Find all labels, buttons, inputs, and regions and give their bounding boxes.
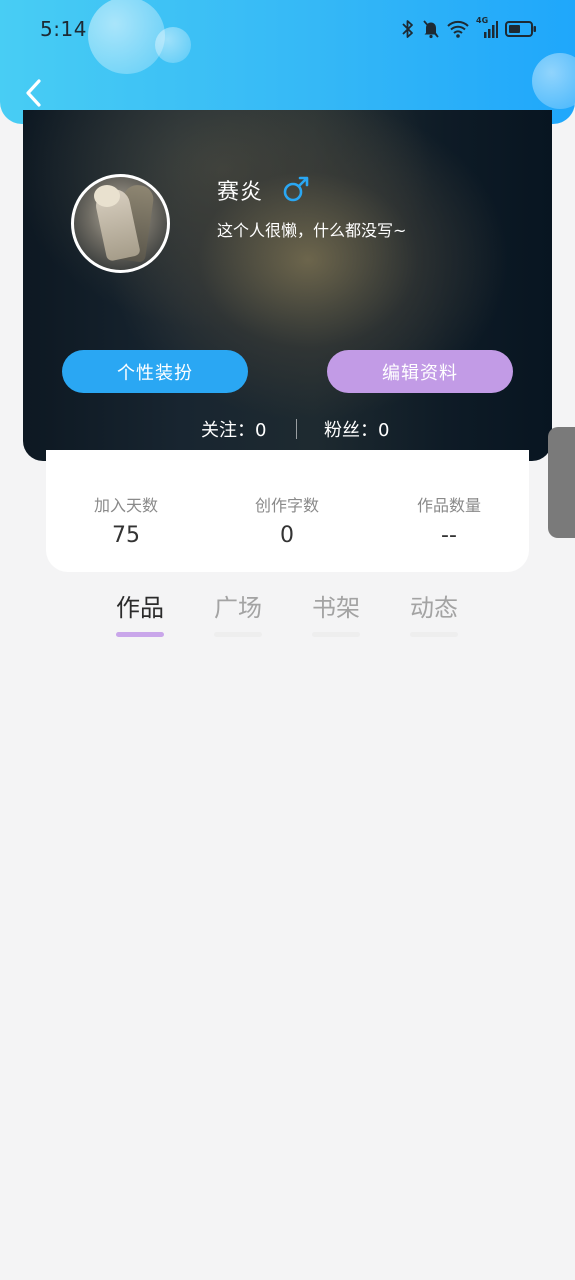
male-gender-icon bbox=[283, 176, 309, 202]
tab-label: 作品 bbox=[116, 594, 164, 622]
header-bar: 5:14 4G bbox=[0, 0, 575, 124]
tab-square[interactable]: 广场 bbox=[198, 588, 278, 637]
fans-count[interactable]: 粉丝：0 bbox=[324, 416, 389, 442]
avatar[interactable] bbox=[71, 174, 170, 273]
stat-value: -- bbox=[441, 523, 457, 548]
status-time: 5:14 bbox=[40, 17, 87, 41]
decor-bubble bbox=[88, 0, 165, 74]
tab-bookshelf[interactable]: 书架 bbox=[296, 588, 376, 637]
stat-word-count: 创作字数 0 bbox=[217, 492, 357, 548]
decor-bubble bbox=[155, 27, 191, 63]
stat-join-days: 加入天数 75 bbox=[56, 492, 196, 548]
following-count[interactable]: 关注：0 bbox=[201, 416, 266, 442]
stat-label: 加入天数 bbox=[93, 496, 158, 515]
tab-indicator bbox=[410, 632, 458, 637]
tab-indicator bbox=[116, 632, 164, 637]
stat-label: 作品数量 bbox=[416, 496, 481, 515]
personal-dressup-button[interactable]: 个性装扮 bbox=[62, 350, 248, 393]
stats-card: 加入天数 75 创作字数 0 作品数量 -- bbox=[46, 450, 529, 572]
follow-stats: 关注：0 粉丝：0 bbox=[23, 416, 552, 442]
status-icons: 4G bbox=[401, 16, 537, 41]
stat-value: 75 bbox=[112, 523, 140, 548]
tab-content-area bbox=[0, 650, 575, 1280]
tab-label: 广场 bbox=[214, 594, 262, 622]
edit-profile-button[interactable]: 编辑资料 bbox=[327, 350, 513, 393]
tab-label: 书架 bbox=[312, 594, 360, 622]
profile-screen: 5:14 4G 赛炎 这个人很懒，什么都没写~ 个性装扮 编辑资料 关注：0 粉… bbox=[0, 0, 575, 1280]
battery-icon bbox=[505, 20, 537, 38]
username: 赛炎 bbox=[217, 180, 264, 205]
stat-value: 0 bbox=[280, 523, 294, 548]
wifi-icon bbox=[447, 20, 469, 38]
tab-works[interactable]: 作品 bbox=[100, 588, 180, 637]
content-tabs: 作品 广场 书架 动态 bbox=[0, 588, 575, 648]
user-bio: 这个人很懒，什么都没写~ bbox=[217, 221, 407, 240]
cellular-signal-icon: 4G bbox=[476, 16, 498, 39]
tab-activity[interactable]: 动态 bbox=[394, 588, 474, 637]
floating-side-handle[interactable] bbox=[548, 427, 575, 538]
mute-bell-icon bbox=[422, 19, 440, 39]
back-button[interactable] bbox=[20, 76, 46, 110]
bluetooth-icon bbox=[401, 19, 415, 39]
stat-label: 创作字数 bbox=[254, 496, 319, 515]
profile-card: 赛炎 这个人很懒，什么都没写~ 个性装扮 编辑资料 关注：0 粉丝：0 bbox=[23, 110, 552, 461]
chevron-left-icon bbox=[26, 79, 41, 107]
stat-works-count: 作品数量 -- bbox=[379, 492, 519, 548]
tab-indicator bbox=[214, 632, 262, 637]
decor-bubble bbox=[532, 53, 575, 109]
tab-label: 动态 bbox=[410, 594, 458, 622]
tab-indicator bbox=[312, 632, 360, 637]
follow-divider bbox=[296, 419, 297, 439]
